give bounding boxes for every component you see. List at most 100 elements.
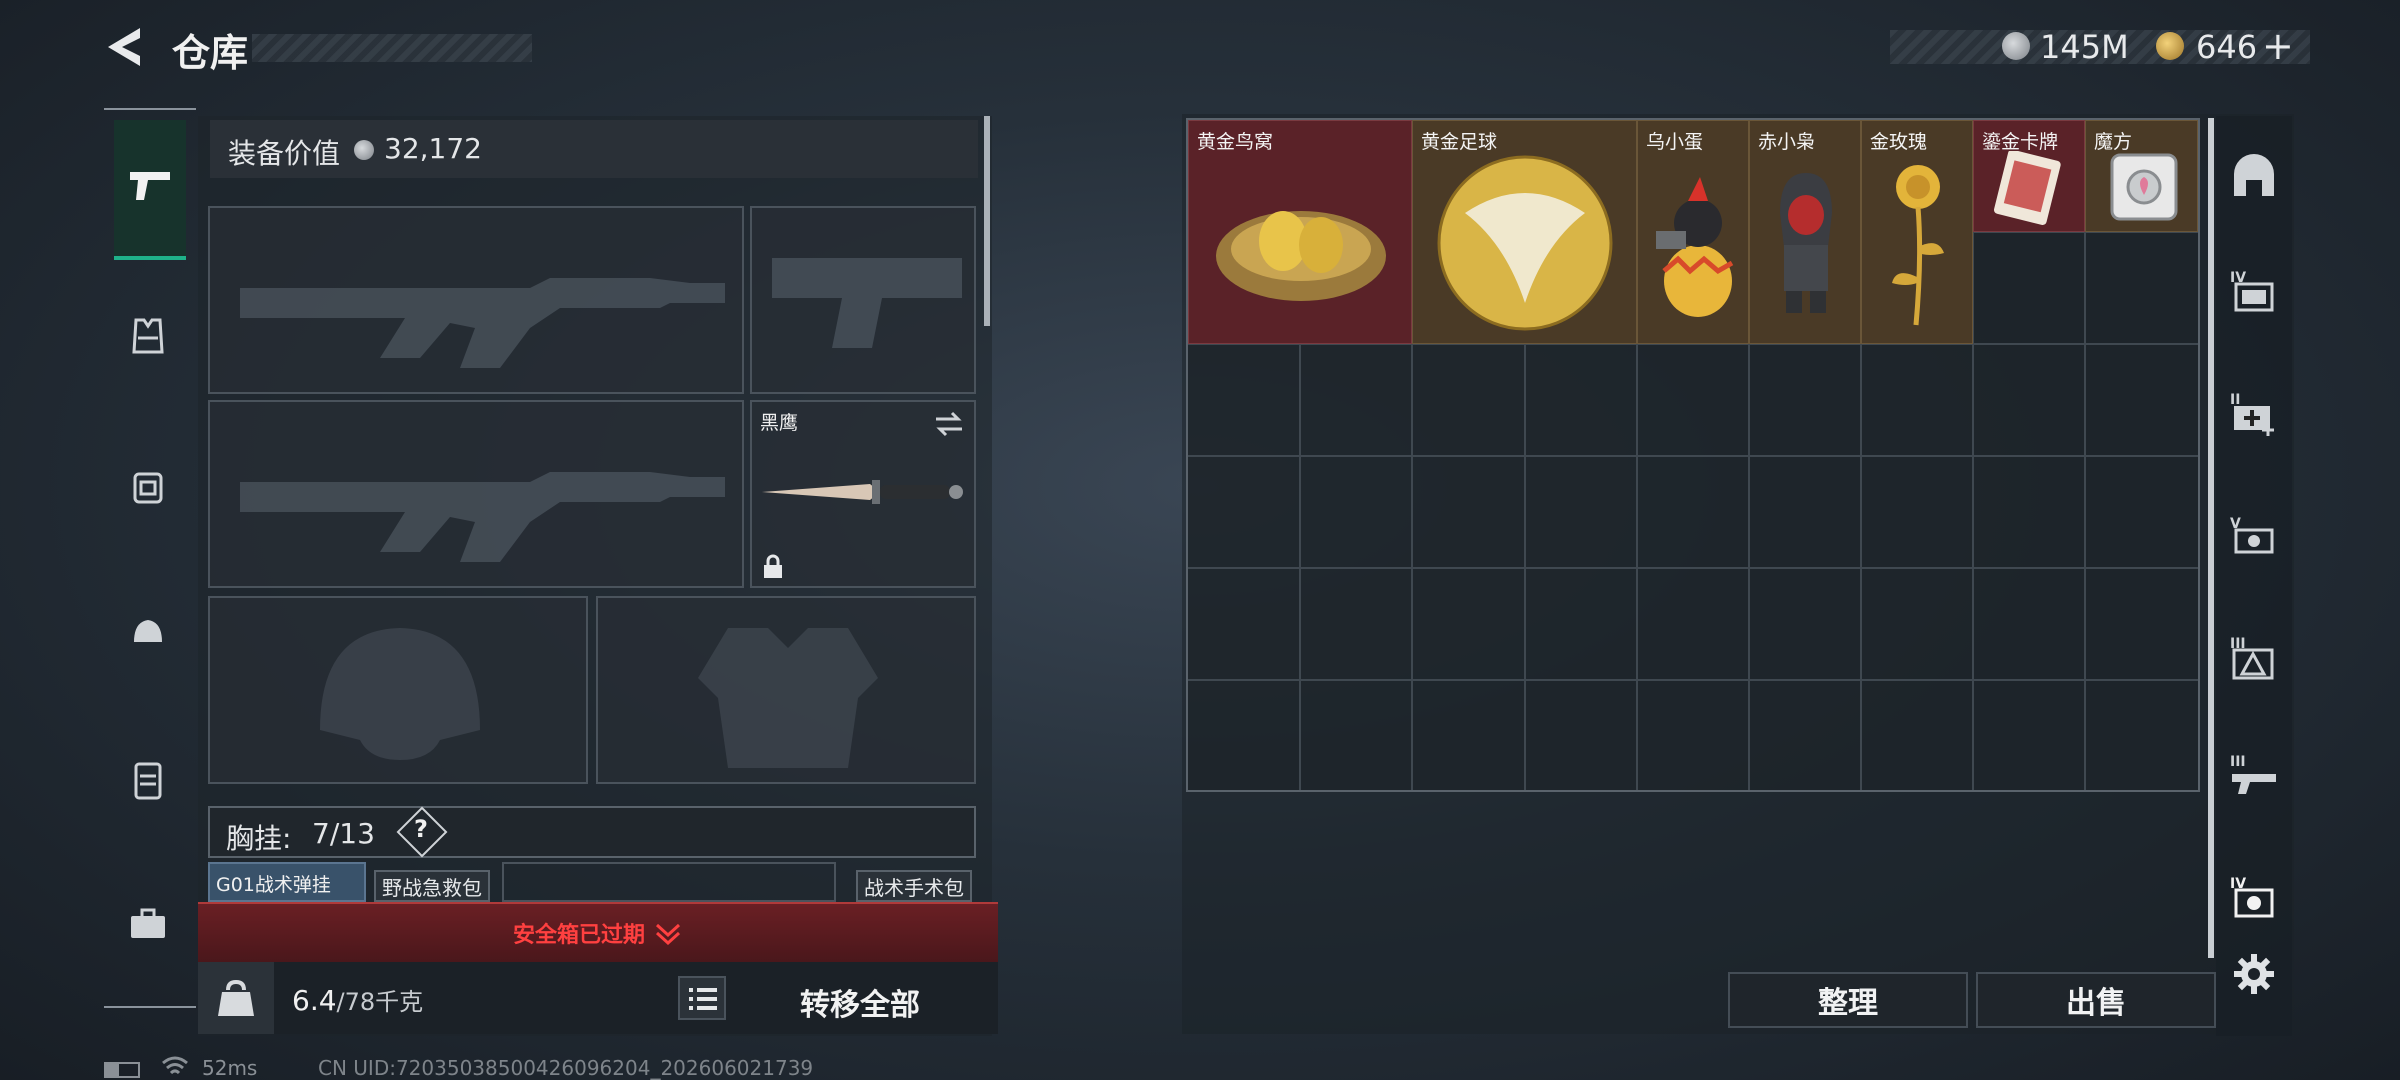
canister-icon [134, 762, 162, 800]
pouch-item-2-label: 野战急救包 [382, 875, 482, 900]
chick-figure-icon [1656, 177, 1734, 317]
tab-backpack[interactable] [118, 456, 178, 516]
rifle-silhouette-icon [240, 278, 725, 368]
secondary-weapon-slot[interactable] [208, 400, 744, 588]
sell-button-label: 出售 [2066, 986, 2126, 1021]
pouch-empty-slot[interactable] [502, 862, 836, 902]
pouch-item-3[interactable]: 战术手术包 [856, 870, 972, 902]
battery-icon [104, 1062, 140, 1078]
weight-icon-box [198, 962, 274, 1034]
weight-max: /78千克 [336, 988, 424, 1016]
help-icon: ? [414, 815, 428, 843]
loadout-scrollbar[interactable] [984, 116, 990, 326]
svg-text:II: II [2230, 392, 2240, 408]
svg-text:III: III [2230, 754, 2246, 770]
add-currency-button[interactable]: + [2262, 24, 2294, 68]
stash-grid[interactable]: 黄金鸟窝 黄金足球 乌小蛋 赤小枭 金玫瑰 鎏金卡牌 魔方 [1186, 118, 2200, 792]
item-name: 黄金鸟窝 [1197, 131, 1274, 153]
item-name: 金玫瑰 [1870, 131, 1928, 153]
melee-name: 黑鹰 [760, 412, 799, 434]
camera-iv-icon: IV [2230, 876, 2274, 918]
pistol-silhouette-icon [772, 258, 962, 348]
camera-v-icon: V [2230, 516, 2274, 554]
tab-triangle-iii[interactable]: III [2224, 628, 2284, 688]
pouch-item-1[interactable]: G01战术弹挂 [208, 862, 366, 902]
equipment-value-row: 装备价值 32,172 [210, 120, 978, 178]
weight-icon [218, 979, 254, 1016]
chest-rig-bar: 胸挂: 7/13 ? [208, 806, 976, 858]
chest-rig-count: 7/13 [312, 817, 375, 850]
stash-item-golden-rose[interactable]: 金玫瑰 [1861, 120, 1973, 344]
title-stripe-decoration [252, 34, 532, 62]
sort-button-label: 整理 [1818, 986, 1878, 1021]
medkit-ii-icon: II [2230, 392, 2274, 436]
chevron-down-icon [655, 923, 681, 945]
back-arrow-icon [108, 28, 140, 66]
page-title: 仓库 [172, 31, 249, 75]
tab-camera-v[interactable]: V [2224, 506, 2284, 566]
uid-text: CN UID:720350385004260962​04_20260602173… [318, 1056, 814, 1080]
hooded-figure-icon [1780, 173, 1832, 313]
backpack-icon [133, 472, 163, 504]
swap-icon[interactable] [932, 410, 966, 438]
pouch-item-1-label: G01战术弹挂 [216, 874, 331, 896]
stash-item-gilded-card[interactable]: 鎏金卡牌 [1973, 120, 2085, 232]
stash-item-golden-football[interactable]: 黄金足球 [1412, 120, 1637, 344]
armor-slot[interactable] [596, 596, 976, 784]
tab-toolbox[interactable] [118, 894, 178, 954]
sidearm-slot[interactable] [750, 206, 976, 394]
gun-iii-icon: III [2230, 754, 2276, 794]
pouch-item-3-label: 战术手术包 [864, 875, 964, 900]
tab-gun-iii[interactable]: III [2224, 746, 2284, 806]
equipment-value-label: 装备价值 [228, 137, 341, 170]
transfer-all-button[interactable]: 转移全部 [740, 980, 980, 1023]
tab-vest[interactable] [118, 306, 178, 366]
tab-weapons[interactable] [114, 120, 186, 260]
helmet-silhouette-icon [320, 628, 480, 760]
stash-item-golden-nest[interactable]: 黄金鸟窝 [1188, 120, 1412, 344]
gold-coin-icon [2156, 32, 2184, 60]
weight-readout: 6.4/78千克 [292, 982, 423, 1017]
sort-button[interactable]: 整理 [1728, 972, 1968, 1028]
safe-box-expired-banner[interactable]: 安全箱已过期 [198, 902, 998, 962]
sell-button[interactable]: 出售 [1976, 972, 2216, 1028]
stash-item-red-owl[interactable]: 赤小枭 [1749, 120, 1861, 344]
armor-silhouette-icon [698, 628, 878, 768]
wifi-icon [162, 1056, 188, 1075]
knife-icon [762, 480, 963, 504]
pouch-item-2[interactable]: 野战急救包 [374, 870, 490, 902]
lock-icon [764, 554, 782, 578]
tab-container-iv[interactable]: IV [2224, 262, 2284, 322]
stash-item-cube[interactable]: 魔方 [2085, 120, 2198, 232]
item-name: 赤小枭 [1758, 131, 1816, 153]
back-button[interactable] [100, 22, 148, 72]
tab-house[interactable] [2224, 148, 2284, 208]
gear-icon [2234, 954, 2274, 994]
golden-football-icon [1437, 155, 1613, 331]
currency2-value: 646 [2196, 28, 2258, 66]
chest-rig-label: 胸挂: [226, 822, 292, 855]
melee-slot[interactable]: 黑鹰 [750, 400, 976, 588]
silver-coin-icon [354, 140, 374, 160]
currency1-value: 145M [2040, 28, 2129, 66]
settings-button[interactable] [2232, 952, 2276, 996]
ping-text: 52ms [202, 1056, 258, 1080]
list-view-button[interactable] [678, 976, 726, 1020]
tab-pouch[interactable] [118, 602, 178, 662]
rifle-silhouette-icon [240, 472, 725, 562]
weight-current: 6.4 [292, 984, 337, 1017]
golden-rose-icon [1892, 165, 1944, 326]
stash-scrollbar[interactable] [2208, 118, 2214, 958]
tab-camera-iv[interactable]: IV [2224, 868, 2284, 928]
tab-case[interactable] [118, 750, 178, 810]
item-name: 乌小蛋 [1646, 131, 1704, 153]
tab-medical-ii[interactable]: II [2224, 384, 2284, 444]
folder-iv-icon: IV [2230, 270, 2274, 312]
stash-item-black-egg[interactable]: 乌小蛋 [1637, 120, 1749, 344]
triangle-iii-icon: III [2230, 636, 2274, 680]
item-name: 鎏金卡牌 [1982, 131, 2059, 153]
vest-icon [132, 318, 164, 354]
primary-weapon-slot[interactable] [208, 206, 744, 394]
helmet-slot[interactable] [208, 596, 588, 784]
pistol-icon [130, 172, 170, 200]
